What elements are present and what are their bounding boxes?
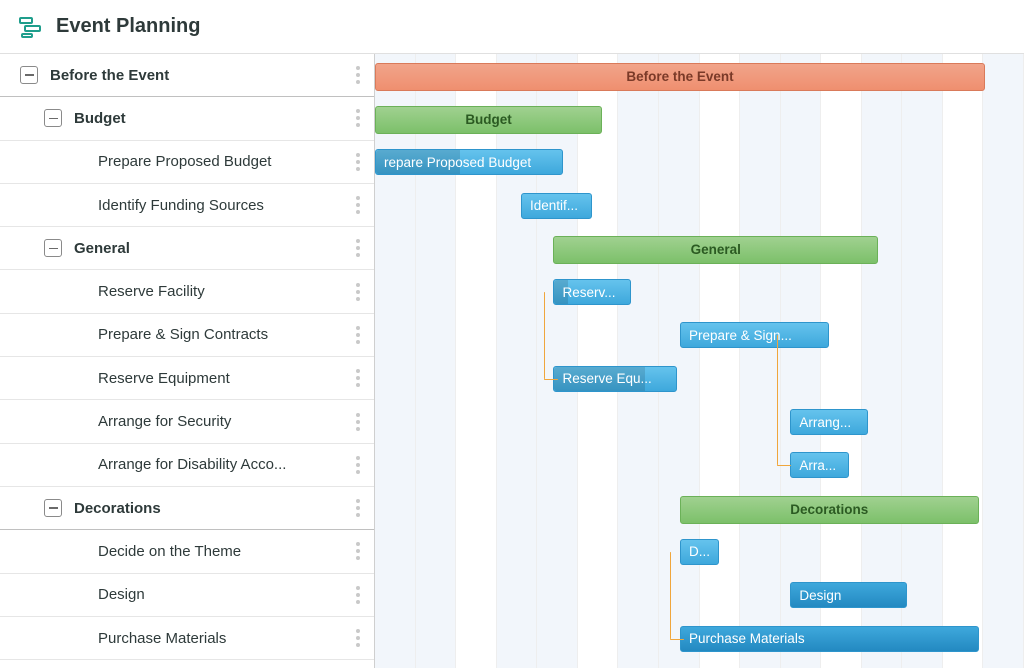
task-row[interactable]: Design xyxy=(0,574,374,617)
timeline-bars: Before the Event Budget repare Proposed Bu… xyxy=(375,54,1024,668)
bar-label: General xyxy=(691,242,741,257)
collapse-toggle[interactable] xyxy=(20,66,38,84)
drag-handle-icon[interactable] xyxy=(350,196,366,214)
minus-icon xyxy=(49,118,58,120)
gantt-bar-task[interactable]: Reserv... xyxy=(553,279,631,305)
dependency-line xyxy=(777,465,791,466)
task-label: Arrange for Disability Acco... xyxy=(98,456,350,473)
drag-handle-icon[interactable] xyxy=(350,629,366,647)
dependency-line xyxy=(777,335,778,465)
minus-icon xyxy=(49,248,58,250)
task-group-row[interactable]: General xyxy=(0,227,374,270)
task-label: Reserve Equipment xyxy=(98,370,350,387)
gantt-icon xyxy=(18,15,42,39)
task-label: Arrange for Security xyxy=(98,413,350,430)
timeline-panel[interactable]: Before the Event Budget repare Proposed Bu… xyxy=(375,54,1024,668)
bar-label: Design xyxy=(799,588,841,603)
task-label: Decorations xyxy=(74,500,350,517)
drag-handle-icon[interactable] xyxy=(350,542,366,560)
collapse-toggle[interactable] xyxy=(44,499,62,517)
task-label: Before the Event xyxy=(50,67,350,84)
collapse-toggle[interactable] xyxy=(44,109,62,127)
task-label: General xyxy=(74,240,350,257)
task-list-panel: Before the Event Budget Prepare Proposed B… xyxy=(0,54,375,668)
app-header: Event Planning xyxy=(0,0,1024,54)
gantt-bar-task[interactable]: Purchase Materials xyxy=(680,626,979,652)
drag-handle-icon[interactable] xyxy=(350,326,366,344)
bar-label: Identif... xyxy=(530,198,578,213)
task-label: Reserve Facility xyxy=(98,283,350,300)
task-row[interactable]: Decide on the Theme xyxy=(0,530,374,573)
task-group-row[interactable]: Before the Event xyxy=(0,54,374,97)
minus-icon xyxy=(25,74,34,76)
dependency-line xyxy=(670,639,684,640)
drag-handle-icon[interactable] xyxy=(350,153,366,171)
bar-label: Reserve Equ... xyxy=(562,371,651,386)
gantt-bar-task[interactable]: Prepare & Sign... xyxy=(680,322,829,348)
task-label: Purchase Materials xyxy=(98,630,350,647)
drag-handle-icon[interactable] xyxy=(350,369,366,387)
dependency-line xyxy=(670,552,671,639)
gantt-bar-group[interactable]: Budget xyxy=(375,106,602,134)
gantt-bar-phase[interactable]: Before the Event xyxy=(375,63,985,91)
task-label: Prepare Proposed Budget xyxy=(98,153,350,170)
gantt-bar-task[interactable]: D... xyxy=(680,539,719,565)
bar-label: D... xyxy=(689,544,710,559)
workspace: Before the Event Budget Prepare Proposed B… xyxy=(0,54,1024,668)
task-row[interactable]: Arrange for Security xyxy=(0,400,374,443)
drag-handle-icon[interactable] xyxy=(350,499,366,517)
task-group-row[interactable]: Budget xyxy=(0,97,374,140)
task-row[interactable]: Identify Funding Sources xyxy=(0,184,374,227)
task-row[interactable]: Prepare Proposed Budget xyxy=(0,141,374,184)
gantt-bar-task[interactable]: Arra... xyxy=(790,452,848,478)
gantt-bar-task[interactable]: repare Proposed Budget xyxy=(375,149,563,175)
task-label: Identify Funding Sources xyxy=(98,197,350,214)
bar-label: Reserv... xyxy=(562,285,615,300)
drag-handle-icon[interactable] xyxy=(350,456,366,474)
bar-label: Decorations xyxy=(790,502,868,517)
drag-handle-icon[interactable] xyxy=(350,586,366,604)
drag-handle-icon[interactable] xyxy=(350,239,366,257)
task-row[interactable]: Prepare & Sign Contracts xyxy=(0,314,374,357)
gantt-bar-task[interactable]: Design xyxy=(790,582,907,608)
minus-icon xyxy=(49,507,58,509)
task-label: Design xyxy=(98,586,350,603)
dependency-line xyxy=(544,292,545,379)
dependency-line xyxy=(544,379,558,380)
task-group-row[interactable]: Decorations xyxy=(0,487,374,530)
gantt-bar-task[interactable]: Arrang... xyxy=(790,409,868,435)
bar-label: Arra... xyxy=(799,458,836,473)
drag-handle-icon[interactable] xyxy=(350,66,366,84)
task-row[interactable]: Reserve Equipment xyxy=(0,357,374,400)
drag-handle-icon[interactable] xyxy=(350,283,366,301)
bar-label: Before the Event xyxy=(626,69,733,84)
bar-label: repare Proposed Budget xyxy=(384,155,531,170)
drag-handle-icon[interactable] xyxy=(350,109,366,127)
gantt-bar-group[interactable]: Decorations xyxy=(680,496,979,524)
task-label: Decide on the Theme xyxy=(98,543,350,560)
gantt-bar-group[interactable]: General xyxy=(553,236,878,264)
task-label: Prepare & Sign Contracts xyxy=(98,326,350,343)
drag-handle-icon[interactable] xyxy=(350,413,366,431)
task-row[interactable]: Purchase Materials xyxy=(0,617,374,660)
bar-label: Arrang... xyxy=(799,415,851,430)
page-title: Event Planning xyxy=(56,15,200,38)
bar-label: Budget xyxy=(465,112,512,127)
collapse-toggle[interactable] xyxy=(44,239,62,257)
gantt-bar-task[interactable]: Identif... xyxy=(521,193,592,219)
task-label: Budget xyxy=(74,110,350,127)
task-row[interactable]: Reserve Facility xyxy=(0,270,374,313)
task-row[interactable]: Arrange for Disability Acco... xyxy=(0,444,374,487)
gantt-bar-task[interactable]: Reserve Equ... xyxy=(553,366,676,392)
bar-label: Purchase Materials xyxy=(689,631,805,646)
